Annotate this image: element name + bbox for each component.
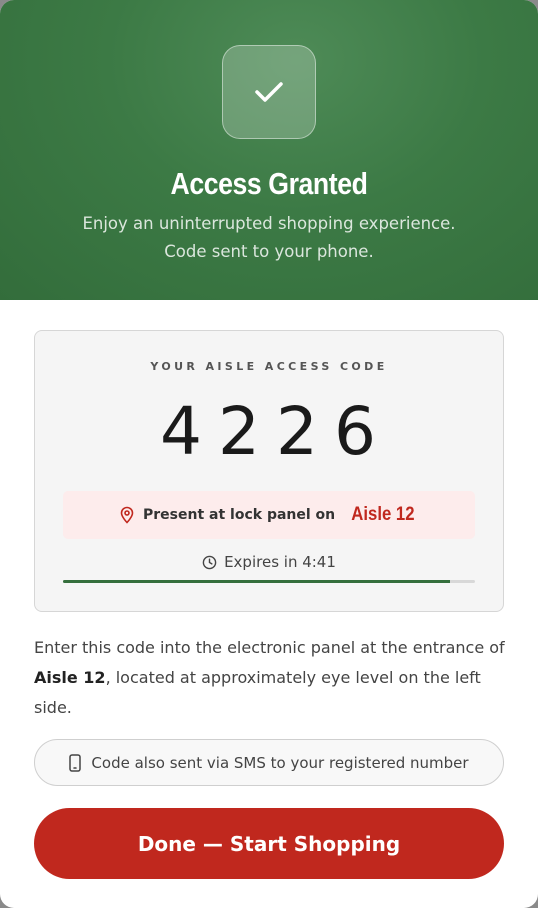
expiry-progress-bar xyxy=(63,580,475,583)
access-code-card: YOUR AISLE ACCESS CODE 4226 Present at l… xyxy=(34,330,504,612)
location-notice: Present at lock panel on Aisle 12 xyxy=(63,491,475,539)
phone-icon xyxy=(69,753,82,772)
subtitle-line-1: Enjoy an uninterrupted shopping experien… xyxy=(82,214,456,233)
expiry-text: Expires in 4:41 xyxy=(224,553,336,571)
checkmark-badge xyxy=(222,45,316,139)
done-start-shopping-button[interactable]: Done — Start Shopping xyxy=(34,808,504,879)
subtitle-line-2: Code sent to your phone. xyxy=(164,242,374,261)
code-label: YOUR AISLE ACCESS CODE xyxy=(150,360,388,373)
success-header: Access Granted Enjoy an uninterrupted sh… xyxy=(0,0,538,300)
sms-notice: Code also sent via SMS to your registere… xyxy=(34,739,504,786)
instructions-before: Enter this code into the electronic pane… xyxy=(34,638,505,657)
location-aisle: Aisle 12 xyxy=(351,504,415,525)
clock-icon xyxy=(202,555,217,569)
expiry-progress-fill xyxy=(63,580,451,583)
expiry-timer: Expires in 4:41 xyxy=(35,553,503,571)
instructions-aisle: Aisle 12 xyxy=(34,668,106,687)
map-pin-icon xyxy=(120,506,134,524)
instructions-text: Enter this code into the electronic pane… xyxy=(34,633,508,723)
sms-notice-text: Code also sent via SMS to your registere… xyxy=(91,753,469,772)
access-code: 4226 xyxy=(160,393,392,470)
location-prefix: Present at lock panel on xyxy=(143,507,336,523)
access-card: Access Granted Enjoy an uninterrupted sh… xyxy=(0,0,538,908)
checkmark-icon xyxy=(255,82,283,102)
page-title: Access Granted xyxy=(170,166,368,201)
